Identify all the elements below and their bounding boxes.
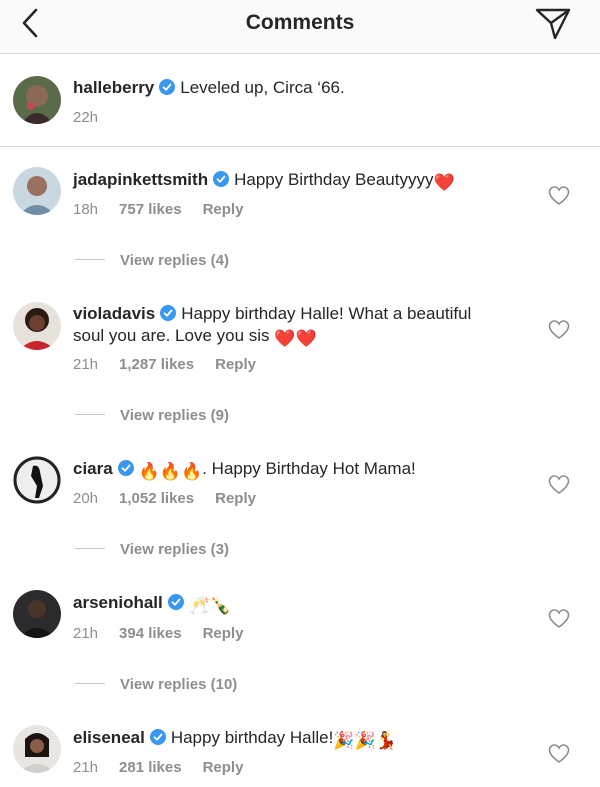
verified-badge-icon	[117, 460, 134, 476]
comment-text: Happy birthday Halle!	[170, 728, 334, 747]
view-replies-label: View replies (4)	[120, 252, 229, 269]
champagne-emoji: 🥂🍾	[188, 596, 232, 615]
view-replies-link[interactable]: View replies (10)	[75, 676, 237, 693]
avatar-halleberry[interactable]	[13, 76, 61, 124]
page-title: Comments	[245, 11, 355, 34]
view-replies-label: View replies (10)	[120, 676, 238, 693]
comment-text-line: arseniohall 🥂🍾	[73, 592, 523, 616]
timestamp: 20h	[73, 490, 99, 507]
reply-button[interactable]: Reply	[203, 625, 244, 642]
caption-meta: 22h	[73, 109, 119, 126]
divider-dash	[75, 414, 105, 415]
avatar-jadapinkettsmith[interactable]	[13, 167, 61, 215]
timestamp: 21h	[73, 356, 99, 373]
username[interactable]: eliseneal	[73, 728, 145, 747]
comment-meta: 18h 757 likes Reply	[73, 201, 264, 218]
comment-meta: 20h 1,052 likes Reply	[73, 490, 277, 507]
like-heart-icon[interactable]	[548, 609, 570, 629]
post-caption: halleberry Leveled up, Circa ‘66. 22h	[0, 55, 600, 147]
likes-count[interactable]: 281 likes	[119, 759, 182, 776]
reply-button[interactable]: Reply	[215, 490, 256, 507]
username[interactable]: arseniohall	[73, 593, 163, 612]
party-emoji: 🎉🎉💃	[333, 731, 397, 750]
verified-badge-icon	[213, 171, 230, 187]
fire-emoji: 🔥🔥🔥	[138, 462, 203, 481]
like-heart-icon[interactable]	[548, 475, 570, 495]
timestamp: 18h	[73, 201, 99, 218]
comment-text-line: jadapinkettsmith Happy Birthday Beautyyyy…	[73, 169, 523, 193]
header-bar: Comments	[0, 0, 600, 54]
avatar-ciara[interactable]	[13, 456, 61, 504]
avatar-violadavis[interactable]	[13, 302, 61, 350]
username[interactable]: violadavis	[73, 304, 155, 323]
divider-dash	[75, 683, 105, 684]
likes-count[interactable]: 1,052 likes	[119, 490, 194, 507]
comment-text-continued: soul you are. Love you sis	[73, 326, 270, 345]
comment-text-line: violadavis Happy birthday Halle! What a b…	[73, 303, 523, 324]
reply-button[interactable]: Reply	[215, 356, 256, 373]
paper-plane-icon[interactable]	[533, 4, 573, 42]
comment-meta: 21h 394 likes Reply	[73, 625, 264, 642]
likes-count[interactable]: 394 likes	[119, 625, 182, 642]
timestamp: 21h	[73, 625, 99, 642]
view-replies-link[interactable]: View replies (3)	[75, 541, 229, 558]
reply-button[interactable]: Reply	[203, 759, 244, 776]
comment-text-line: ciara 🔥🔥🔥. Happy Birthday Hot Mama!	[73, 458, 523, 482]
divider-dash	[75, 548, 105, 549]
view-replies-link[interactable]: View replies (4)	[75, 252, 229, 269]
like-heart-icon[interactable]	[548, 186, 570, 206]
verified-badge-icon	[149, 729, 166, 745]
caption-text-line: halleberry Leveled up, Circa ‘66.	[73, 77, 523, 98]
view-replies-label: View replies (9)	[120, 407, 229, 424]
view-replies-link[interactable]: View replies (9)	[75, 407, 229, 424]
avatar-eliseneal[interactable]	[13, 725, 61, 773]
timestamp: 22h	[73, 109, 99, 126]
comment-text: Happy Birthday Beautyyyy	[234, 170, 434, 189]
verified-badge-icon	[167, 594, 184, 610]
comment-text: Happy birthday Halle! What a beautiful	[181, 304, 472, 323]
view-replies-label: View replies (3)	[120, 541, 229, 558]
heart-emoji: ❤️	[433, 173, 455, 192]
username[interactable]: jadapinkettsmith	[73, 170, 208, 189]
like-heart-icon[interactable]	[548, 744, 570, 764]
username[interactable]: ciara	[73, 459, 113, 478]
reply-button[interactable]: Reply	[203, 201, 244, 218]
comment-text: . Happy Birthday Hot Mama!	[202, 459, 416, 478]
like-heart-icon[interactable]	[548, 320, 570, 340]
comment-meta: 21h 281 likes Reply	[73, 759, 264, 776]
timestamp: 21h	[73, 759, 99, 776]
username[interactable]: halleberry	[73, 78, 154, 97]
avatar-arseniohall[interactable]	[13, 590, 61, 638]
heart-emoji: ❤️❤️	[274, 329, 317, 348]
likes-count[interactable]: 1,287 likes	[119, 356, 194, 373]
comment-text-line: eliseneal Happy birthday Halle!🎉🎉💃	[73, 727, 523, 751]
caption-text: Leveled up, Circa ‘66.	[180, 78, 345, 97]
likes-count[interactable]: 757 likes	[119, 201, 182, 218]
divider-dash	[75, 259, 105, 260]
comment-meta: 21h 1,287 likes Reply	[73, 356, 277, 373]
verified-badge-icon	[159, 79, 176, 95]
verified-badge-icon	[160, 305, 177, 321]
comment-text-line-2: soul you are. Love you sis ❤️❤️	[73, 325, 523, 349]
